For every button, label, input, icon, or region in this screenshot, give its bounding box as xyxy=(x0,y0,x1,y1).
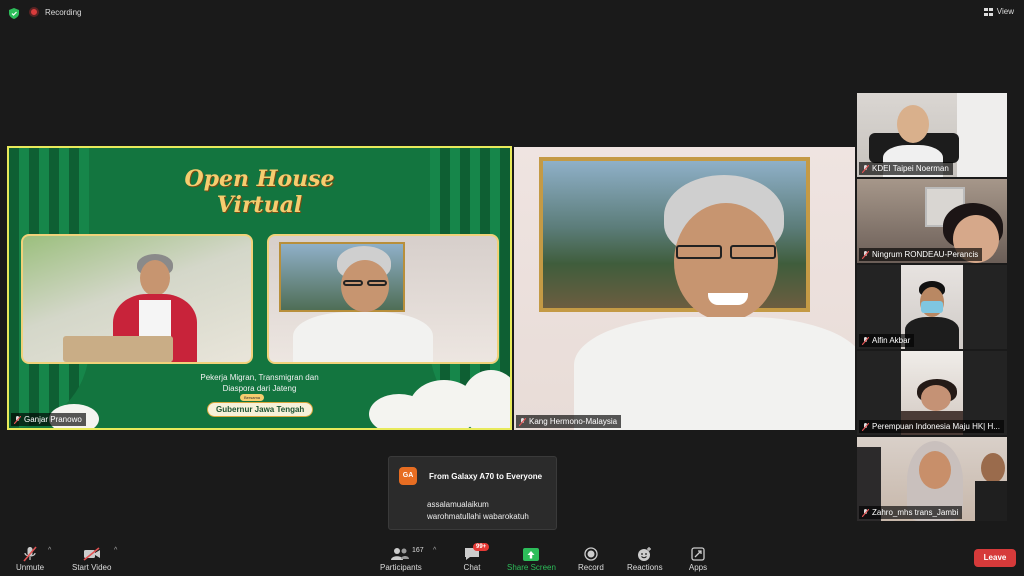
mic-muted-icon xyxy=(862,164,869,173)
chat-label: Chat xyxy=(463,563,481,572)
participant-name-tag: Alfin Akbar xyxy=(859,334,915,347)
chat-message: assalamualaikum warohmatullahi wabarokat… xyxy=(427,500,529,521)
grid-view-icon xyxy=(983,7,993,16)
mic-muted-icon xyxy=(862,422,869,431)
video-tile-shared-screen[interactable]: Open House Virtual Pekerja Migran, Trans… xyxy=(7,146,512,430)
view-button[interactable]: View xyxy=(983,7,1014,16)
apps-label: Apps xyxy=(688,563,708,572)
mic-muted-icon xyxy=(862,336,869,345)
inner-video-frame-left xyxy=(21,234,253,364)
participants-label: Participants xyxy=(380,563,422,572)
mic-muted-icon xyxy=(862,250,869,259)
share-screen-icon xyxy=(523,547,540,561)
participants-options-caret-icon[interactable]: ^ xyxy=(433,547,436,554)
participant-name-tag: KDEI Taipei Noerman xyxy=(859,162,953,175)
view-label: View xyxy=(996,7,1014,16)
video-tile-participant[interactable]: Ningrum RONDEAU-Perancis xyxy=(857,179,1007,263)
top-bar: Recording View xyxy=(0,0,1024,26)
mic-muted-icon xyxy=(862,508,869,517)
mic-muted-icon xyxy=(519,417,526,426)
participant-name-tag: Zahro_mhs trans_Jambi xyxy=(859,506,963,519)
video-tile-participant[interactable]: Zahro_mhs trans_Jambi xyxy=(857,437,1007,521)
start-video-button[interactable]: Start Video xyxy=(72,545,111,572)
share-title-line2: Virtual xyxy=(216,192,303,218)
chat-notification-popup[interactable]: GA From Galaxy A70 to Everyone assalamua… xyxy=(388,456,557,530)
share-pill-small: Bersama xyxy=(240,394,265,401)
share-screen-label: Share Screen xyxy=(507,563,556,572)
video-tile-participant[interactable]: KDEI Taipei Noerman xyxy=(857,93,1007,177)
security-shield-icon[interactable] xyxy=(9,8,19,19)
record-icon xyxy=(584,547,598,561)
recording-indicator[interactable]: Recording xyxy=(29,7,81,17)
unmute-button[interactable]: Unmute xyxy=(16,545,44,572)
sender-avatar: GA xyxy=(399,467,417,485)
audio-options-caret-icon[interactable]: ^ xyxy=(48,547,51,554)
reactions-smiley-icon xyxy=(638,546,652,561)
recording-dot-icon xyxy=(29,7,39,17)
chat-sender-label: From Galaxy A70 to Everyone xyxy=(429,472,543,481)
cloud-decoration xyxy=(461,370,510,428)
recording-label: Recording xyxy=(45,7,82,17)
reactions-label: Reactions xyxy=(627,563,663,572)
participant-name-tag: Ganjar Pranowo xyxy=(11,413,86,426)
meeting-window: Recording View Open House Virtual Pekerj… xyxy=(0,0,1024,576)
video-tile-participant[interactable]: Alfin Akbar xyxy=(857,265,1007,349)
participant-name-tag: Kang Hermono-Malaysia xyxy=(516,415,622,428)
mic-muted-icon xyxy=(23,546,37,562)
apps-button[interactable]: Apps xyxy=(688,545,708,572)
reactions-button[interactable]: Reactions xyxy=(627,545,663,572)
share-pill-main: Gubernur Jawa Tengah xyxy=(207,402,314,417)
inner-video-frame-right xyxy=(267,234,499,364)
video-off-icon xyxy=(83,547,100,561)
participant-name-tag: Ningrum RONDEAU-Perancis xyxy=(859,248,983,261)
video-options-caret-icon[interactable]: ^ xyxy=(114,547,117,554)
participants-count: 167 xyxy=(412,547,424,554)
share-screen-button[interactable]: Share Screen xyxy=(507,545,556,572)
mic-muted-icon xyxy=(14,415,21,424)
record-label: Record xyxy=(578,563,604,572)
chat-unread-badge: 99+ xyxy=(473,543,490,551)
unmute-label: Unmute xyxy=(16,563,45,572)
leave-button[interactable]: Leave xyxy=(974,549,1016,567)
record-button[interactable]: Record xyxy=(578,545,604,572)
video-tile-speaker[interactable]: Kang Hermono-Malaysia xyxy=(514,147,855,430)
video-tile-participant[interactable]: Perempuan Indonesia Maju HK| H... xyxy=(857,351,1007,435)
apps-icon xyxy=(691,547,705,561)
share-title-line1: Open House xyxy=(184,166,335,192)
start-video-label: Start Video xyxy=(72,563,112,572)
participant-name-tag: Perempuan Indonesia Maju HK| H... xyxy=(859,420,1004,433)
participants-icon xyxy=(390,548,409,560)
